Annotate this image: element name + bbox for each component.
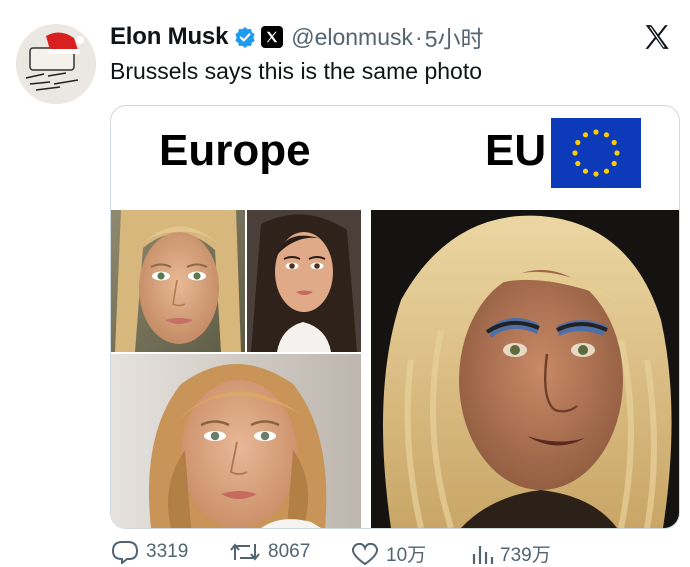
post-actions: 3319 8067 10万 739万 [110, 540, 678, 567]
x-affiliation-icon [261, 26, 284, 48]
post-timestamp[interactable]: 5小时 [425, 20, 484, 54]
views-button[interactable]: 739万 [470, 540, 551, 567]
dark-haired-woman-portrait [247, 210, 361, 352]
author-avatar[interactable] [16, 24, 96, 104]
repost-icon [230, 543, 260, 561]
like-count: 10万 [386, 545, 427, 566]
repost-button[interactable]: 8067 [228, 540, 310, 564]
label-europe: Europe [159, 126, 311, 175]
avatar-image [16, 24, 96, 104]
verified-check-icon [234, 26, 256, 48]
label-eu: EU [485, 126, 547, 175]
author-handle[interactable]: @elonmusk [291, 24, 413, 51]
repost-count: 8067 [268, 541, 311, 562]
author-name[interactable]: Elon Musk [110, 23, 228, 51]
separator-dot: · [415, 23, 423, 50]
x-logo-icon[interactable] [642, 22, 672, 52]
blonde-woman-portrait [111, 210, 245, 352]
eu-flag [551, 118, 641, 188]
blonde-woman-closeup [111, 354, 361, 528]
views-count: 739万 [500, 545, 551, 566]
post-text: Brussels says this is the same photo [110, 58, 482, 84]
reply-count: 3319 [146, 541, 189, 562]
reply-icon [111, 541, 139, 564]
man-in-blonde-wig [371, 210, 679, 528]
post-media[interactable]: Europe EU [110, 105, 680, 529]
post-header: Elon Musk @elonmusk · 5小时 [110, 22, 483, 52]
reply-button[interactable]: 3319 [110, 540, 188, 564]
like-button[interactable]: 10万 [350, 540, 426, 567]
